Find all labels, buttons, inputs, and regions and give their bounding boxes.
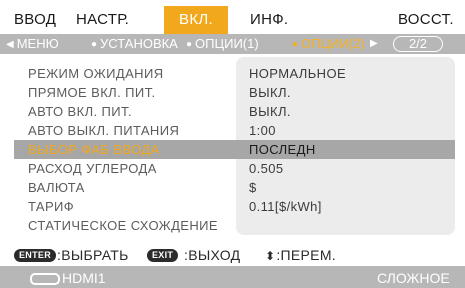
menu-row-value: НОРМАЛЬНОЕ	[249, 66, 347, 81]
hint-bar: ENTER :ВЫБРАТЬ EXIT :ВЫХОД ⬍:ПЕРЕМ.	[0, 244, 465, 266]
menu-row-value: $	[249, 180, 257, 195]
subtab-installation[interactable]: ● УСТАНОВКА	[91, 34, 178, 54]
hdmi-connector-icon	[30, 273, 60, 285]
bullet-icon: ●	[292, 39, 299, 50]
right-arrow-icon[interactable]: ▶	[370, 34, 378, 54]
bullet-icon: ●	[186, 39, 193, 50]
menu-row-currency[interactable]: ВАЛЮТА $	[14, 178, 455, 197]
tab-input[interactable]: ВВОД	[14, 8, 56, 34]
menu-row-value: ВЫКЛ.	[249, 104, 291, 119]
menu-row-label: ТАРИФ	[28, 199, 75, 214]
tab-setup[interactable]: НАСТР.	[76, 8, 129, 34]
menu-row-label: АВТО ВЫКЛ. ПИТАНИЯ	[28, 123, 180, 138]
subtab-options-1[interactable]: ● ОПЦИИ(1)	[186, 34, 259, 54]
menu-row-default-source-select[interactable]: ВЫБОР ФАБ ВВОДА ПОСЛЕДН	[14, 140, 455, 159]
bullet-icon: ●	[91, 39, 98, 50]
menu-row-direct-power-on[interactable]: ПРЯМОЕ ВКЛ. ПИТ. ВЫКЛ.	[14, 83, 455, 102]
hint-select: :ВЫБРАТЬ	[57, 247, 129, 263]
tab-info[interactable]: ИНФ.	[250, 8, 288, 34]
menu-row-label: АВТО ВКЛ. ПИТ.	[28, 104, 132, 119]
menu-row-label: ВЫБОР ФАБ ВВОДА	[28, 142, 160, 157]
input-source-label: HDMI1	[62, 270, 106, 286]
hint-move: ⬍:ПЕРЕМ.	[265, 245, 336, 265]
status-bar: HDMI1 СЛОЖНОЕ	[0, 266, 465, 288]
menu-row-value: 1:00	[249, 123, 276, 138]
left-arrow-icon: ◀	[6, 39, 14, 50]
menu-row-label: ПРЯМОЕ ВКЛ. ПИТ.	[28, 85, 156, 100]
page-indicator: 2/2	[393, 36, 443, 52]
menu-row-auto-power-on[interactable]: АВТО ВКЛ. ПИТ. ВЫКЛ.	[14, 102, 455, 121]
tab-on[interactable]: ВКЛ.	[164, 6, 228, 34]
tab-reset[interactable]: ВОССТ.	[398, 8, 454, 34]
subtab-options-1-label: ОПЦИИ(1)	[195, 36, 259, 51]
menu-row-standby-mode[interactable]: РЕЖИМ ОЖИДАНИЯ НОРМАЛЬНОЕ	[14, 64, 455, 83]
menu-row-label: РЕЖИМ ОЖИДАНИЯ	[28, 66, 164, 81]
menu-row-carbon-rate[interactable]: РАСХОД УГЛЕРОДА 0.505	[14, 159, 455, 178]
enter-key-icon: ENTER	[14, 249, 57, 262]
menu-row-value: ПОСЛЕДН	[249, 142, 316, 157]
subtab-installation-label: УСТАНОВКА	[100, 36, 178, 51]
projector-menu: ВВОД НАСТР. ВКЛ. ИНФ. ВОССТ. ◀ МЕНЮ ● УСТА…	[0, 0, 465, 288]
menu-row-tariff[interactable]: ТАРИФ 0.11[$/kWh]	[14, 197, 455, 216]
main-tab-bar: ВВОД НАСТР. ВКЛ. ИНФ. ВОССТ.	[0, 0, 465, 34]
menu-row-static-convergence[interactable]: СТАТИЧЕСКОЕ СХОЖДЕНИЕ	[14, 216, 455, 235]
subtab-menu[interactable]: ◀ МЕНЮ	[6, 34, 59, 54]
sub-tab-bar: ◀ МЕНЮ ● УСТАНОВКА ● ОПЦИИ(1) ● ОПЦИИ(2) ▶ 2…	[0, 34, 465, 54]
menu-mode-label: СЛОЖНОЕ	[377, 270, 450, 286]
exit-key-icon: EXIT	[147, 249, 179, 262]
menu-row-label: ВАЛЮТА	[28, 180, 85, 195]
menu-row-value: ВЫКЛ.	[249, 85, 291, 100]
subtab-options-2[interactable]: ● ОПЦИИ(2)	[292, 34, 365, 54]
subtab-options-2-label: ОПЦИИ(2)	[301, 36, 365, 51]
updown-arrow-icon: ⬍	[265, 249, 276, 263]
hint-move-label: :ПЕРЕМ.	[276, 247, 336, 263]
hint-exit: :ВЫХОД	[184, 247, 241, 263]
menu-row-value: 0.11[$/kWh]	[249, 199, 322, 214]
menu-row-label: СТАТИЧЕСКОЕ СХОЖДЕНИЕ	[28, 218, 218, 233]
subtab-menu-label: МЕНЮ	[16, 36, 59, 51]
menu-row-label: РАСХОД УГЛЕРОДА	[28, 161, 157, 176]
menu-row-auto-power-off[interactable]: АВТО ВЫКЛ. ПИТАНИЯ 1:00	[14, 121, 455, 140]
menu-row-value: 0.505	[249, 161, 284, 176]
